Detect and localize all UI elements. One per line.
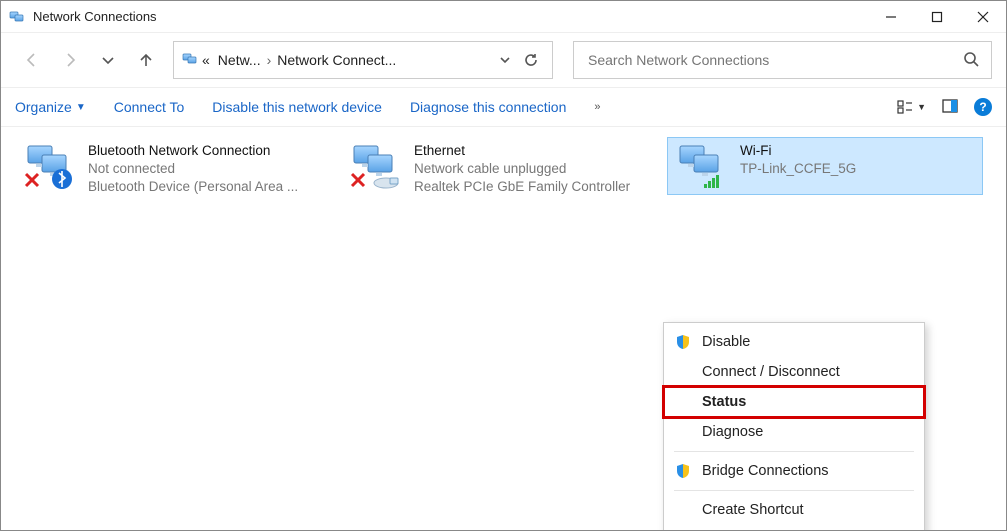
connection-device: Realtek PCIe GbE Family Controller bbox=[414, 178, 630, 196]
menu-status[interactable]: Status bbox=[664, 387, 924, 417]
disable-device-button[interactable]: Disable this network device bbox=[212, 99, 382, 115]
history-dropdown[interactable] bbox=[91, 43, 125, 77]
connection-status: Not connected bbox=[88, 160, 298, 178]
menu-disable[interactable]: Disable bbox=[664, 327, 924, 357]
connection-name: Bluetooth Network Connection bbox=[88, 142, 298, 160]
view-options-button[interactable]: ▼ bbox=[897, 99, 926, 115]
wifi-connected-icon bbox=[674, 142, 730, 190]
connection-name: Ethernet bbox=[414, 142, 630, 160]
menu-separator bbox=[674, 451, 914, 452]
window: Network Connections « Netw... › Network … bbox=[0, 0, 1007, 531]
connection-item-bluetooth[interactable]: Bluetooth Network Connection Not connect… bbox=[15, 137, 331, 195]
breadcrumb-part2[interactable]: Network Connect... bbox=[277, 52, 396, 68]
menu-diagnose[interactable]: Diagnose bbox=[664, 417, 924, 447]
menu-bridge[interactable]: Bridge Connections bbox=[664, 456, 924, 486]
toolbar-overflow[interactable]: » bbox=[594, 101, 600, 113]
app-icon bbox=[9, 9, 25, 25]
connect-to-button[interactable]: Connect To bbox=[114, 99, 185, 115]
window-title: Network Connections bbox=[33, 9, 157, 24]
search-box[interactable] bbox=[573, 41, 992, 79]
diagnose-button[interactable]: Diagnose this connection bbox=[410, 99, 566, 115]
shield-icon bbox=[674, 333, 692, 351]
close-button[interactable] bbox=[960, 1, 1006, 33]
chevron-down-icon: ▼ bbox=[917, 102, 926, 112]
menu-connect-disconnect[interactable]: Connect / Disconnect bbox=[664, 357, 924, 387]
help-button[interactable]: ? bbox=[974, 98, 992, 116]
refresh-button[interactable] bbox=[518, 47, 544, 73]
preview-pane-button[interactable] bbox=[942, 98, 958, 117]
back-button[interactable] bbox=[15, 43, 49, 77]
connection-list: Bluetooth Network Connection Not connect… bbox=[15, 137, 992, 195]
breadcrumb-part1[interactable]: Netw... bbox=[218, 52, 261, 68]
minimize-button[interactable] bbox=[868, 1, 914, 33]
menu-delete: Delete bbox=[664, 525, 924, 531]
address-bar[interactable]: « Netw... › Network Connect... bbox=[173, 41, 553, 79]
location-icon bbox=[182, 51, 198, 70]
forward-button[interactable] bbox=[53, 43, 87, 77]
bluetooth-disconnected-icon bbox=[22, 142, 78, 190]
connection-item-wifi[interactable]: Wi-Fi TP-Link_CCFE_5G bbox=[667, 137, 983, 195]
ethernet-unplugged-icon bbox=[348, 142, 404, 190]
connection-item-ethernet[interactable]: Ethernet Network cable unplugged Realtek… bbox=[341, 137, 657, 195]
organize-menu[interactable]: Organize▼ bbox=[15, 99, 86, 115]
command-bar: Organize▼ Connect To Disable this networ… bbox=[1, 87, 1006, 127]
up-button[interactable] bbox=[129, 43, 163, 77]
menu-separator bbox=[674, 490, 914, 491]
connection-name: Wi-Fi bbox=[740, 142, 856, 160]
context-menu: Disable Connect / Disconnect Status Diag… bbox=[663, 322, 925, 531]
address-dropdown[interactable] bbox=[492, 47, 518, 73]
chevron-down-icon: ▼ bbox=[76, 102, 86, 113]
search-input[interactable] bbox=[586, 51, 963, 69]
connection-status: Network cable unplugged bbox=[414, 160, 630, 178]
search-icon[interactable] bbox=[963, 51, 979, 70]
connection-device: Bluetooth Device (Personal Area ... bbox=[88, 178, 298, 196]
breadcrumb-prefix: « bbox=[202, 52, 210, 68]
menu-create-shortcut[interactable]: Create Shortcut bbox=[664, 495, 924, 525]
titlebar: Network Connections bbox=[1, 1, 1006, 33]
navbar: « Netw... › Network Connect... bbox=[1, 33, 1006, 87]
shield-icon bbox=[674, 462, 692, 480]
connection-status: TP-Link_CCFE_5G bbox=[740, 160, 856, 178]
maximize-button[interactable] bbox=[914, 1, 960, 33]
chevron-right-icon: › bbox=[267, 52, 272, 68]
content-area: Bluetooth Network Connection Not connect… bbox=[1, 127, 1006, 530]
